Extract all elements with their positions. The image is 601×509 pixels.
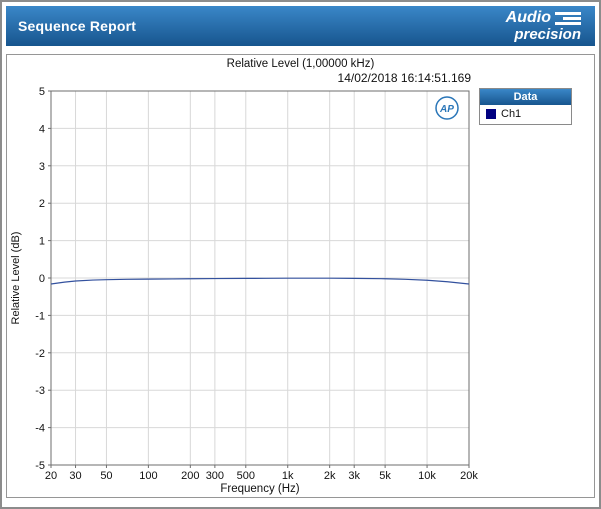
svg-text:4: 4 [39,123,45,135]
svg-text:30: 30 [69,470,81,482]
svg-text:2k: 2k [324,470,336,482]
legend-header: Data [480,89,571,105]
svg-text:50: 50 [100,470,112,482]
svg-text:5: 5 [39,86,45,98]
logo-precision-text: precision [514,27,581,42]
logo-audio-text: Audio [506,10,551,26]
svg-text:20k: 20k [460,470,478,482]
legend: Data Ch1 [479,88,572,125]
legend-item[interactable]: Ch1 [480,105,571,124]
svg-text:20: 20 [45,470,57,482]
report-window: Sequence Report Audio precision Relative… [0,0,601,509]
ap-watermark-icon: AP [439,104,454,115]
svg-text:200: 200 [181,470,199,482]
svg-text:-5: -5 [35,460,45,472]
page-title: Sequence Report [18,18,136,34]
legend-label: Ch1 [501,108,521,120]
svg-text:500: 500 [237,470,255,482]
equalizer-bars-icon [555,12,581,25]
svg-text:-1: -1 [35,310,45,322]
chart-timestamp: 14/02/2018 16:14:51.169 [7,71,477,85]
svg-text:300: 300 [206,470,224,482]
svg-text:Relative Level (dB): Relative Level (dB) [10,232,22,325]
chart-svg: 5 4 3 2 1 0 -1 -2 -3 -4 -520 30 50 100 200 300 500 1k 2k 3k… [9,85,479,495]
svg-text:-3: -3 [35,385,45,397]
svg-text:100: 100 [139,470,157,482]
header: Sequence Report Audio precision [6,6,595,46]
svg-text:-4: -4 [35,423,45,435]
report-area: Relative Level (1,00000 kHz) 14/02/2018 … [6,54,595,498]
svg-text:10k: 10k [418,470,436,482]
svg-text:0: 0 [39,273,45,285]
svg-text:Frequency (Hz): Frequency (Hz) [220,483,299,495]
svg-text:3: 3 [39,161,45,173]
audio-precision-logo: Audio precision [506,10,581,42]
svg-text:-2: -2 [35,348,45,360]
svg-text:3k: 3k [348,470,360,482]
chart-title: Relative Level (1,00000 kHz) [7,58,594,71]
svg-text:1k: 1k [282,470,294,482]
svg-text:1: 1 [39,236,45,248]
legend-swatch [486,109,496,119]
svg-text:5k: 5k [379,470,391,482]
svg-text:2: 2 [39,198,45,210]
